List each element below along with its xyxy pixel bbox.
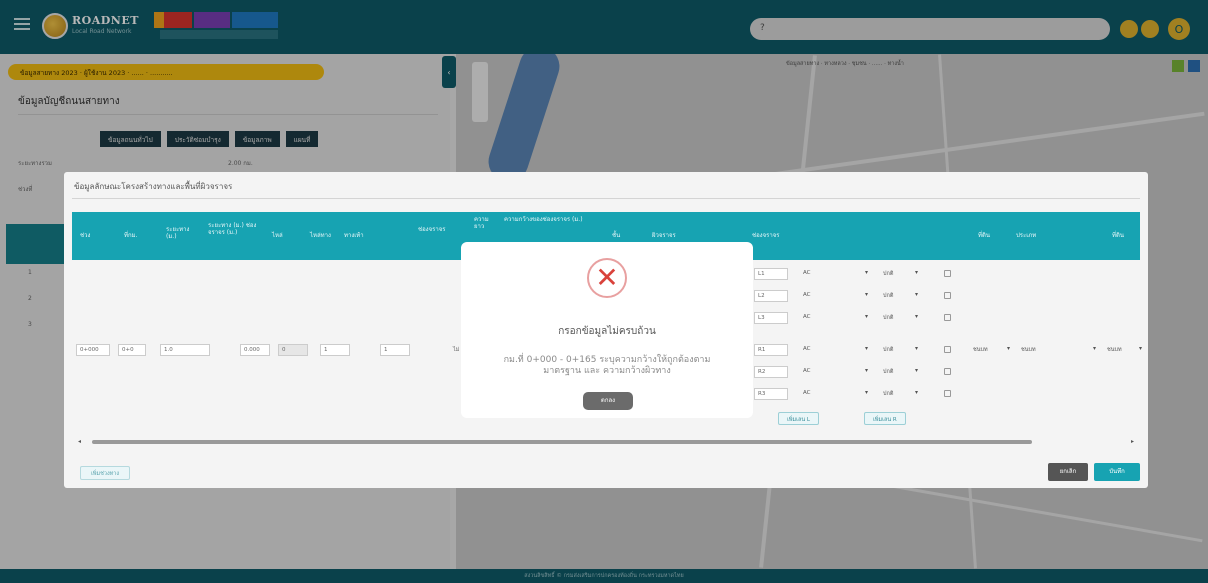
lane-status-select[interactable]: ปกติ: [880, 344, 920, 356]
lane-code[interactable]: L3: [754, 312, 788, 324]
lane-code[interactable]: R1: [754, 344, 788, 356]
column-header: ไหล่ทาง: [310, 232, 331, 239]
lane-status-select[interactable]: ปกติ: [880, 312, 920, 324]
alert-title: กรอกข้อมูลไม่ครบถ้วน: [558, 326, 656, 337]
shoulder-field[interactable]: 0: [278, 344, 308, 356]
column-header: ประเภท: [1016, 232, 1037, 239]
add-lane-right-button[interactable]: เพิ่มเลน R: [864, 412, 906, 425]
column-header: ที่กม.: [124, 232, 138, 239]
lane-status-select[interactable]: ปกติ: [880, 290, 920, 302]
column-header: ระยะทาง (ม.) ช่องจราจร (ม.): [208, 222, 257, 236]
divider: [72, 198, 1140, 199]
lane-width-field[interactable]: 0.000: [240, 344, 270, 356]
column-header: ช่วง: [80, 232, 91, 239]
alert-message: กม.ที่ 0+000 - 0+165 ระบุความกว้างให้ถูก…: [503, 355, 711, 376]
dialog-title: ข้อมูลลักษณะโครงสร้างทางและพื้นที่ผิวจรา…: [74, 182, 233, 191]
lane-status-select[interactable]: ปกติ: [880, 366, 920, 378]
lane-code[interactable]: L2: [754, 290, 788, 302]
shoulder-width-field[interactable]: 1: [320, 344, 350, 356]
delete-icon[interactable]: [944, 270, 951, 277]
column-header: ความยาว: [474, 216, 489, 230]
close-icon: ✕: [587, 258, 627, 298]
lane-code[interactable]: R3: [754, 388, 788, 400]
cancel-button[interactable]: ยกเลิก: [1048, 463, 1088, 481]
column-header: ความกว้างของช่องจราจร (ม.): [504, 216, 583, 223]
horizontal-scrollbar[interactable]: ◂ ▸: [78, 438, 1134, 445]
delete-icon[interactable]: [944, 292, 951, 299]
add-section-button[interactable]: เพิ่มช่วงทาง: [80, 466, 131, 480]
lane-code[interactable]: R2: [754, 366, 788, 378]
sidewalk-field[interactable]: 1: [380, 344, 410, 356]
scroll-right-icon[interactable]: ▸: [1131, 438, 1134, 445]
column-header: ที่ดิน: [1112, 232, 1124, 239]
delete-icon[interactable]: [944, 390, 951, 397]
lane-surface-select[interactable]: AC: [800, 344, 870, 356]
alert-ok-button[interactable]: ตกลง: [583, 392, 633, 410]
section-start-field[interactable]: 0+000: [76, 344, 110, 356]
km-field[interactable]: 0+0: [118, 344, 146, 356]
lane-status-select[interactable]: ปกติ: [880, 268, 920, 280]
column-header: ชั้น: [612, 232, 621, 239]
land-select[interactable]: ชนบท: [970, 344, 1012, 356]
lane-code[interactable]: L1: [754, 268, 788, 280]
land-type-select[interactable]: ชนบท: [1018, 344, 1098, 356]
distance-field[interactable]: 1.0: [160, 344, 210, 356]
land-select-2[interactable]: ชนบท: [1104, 344, 1144, 356]
lane-surface-select[interactable]: AC: [800, 366, 870, 378]
lane-surface-select[interactable]: AC: [800, 388, 870, 400]
column-header: ช่องจราจร: [418, 226, 446, 233]
delete-icon[interactable]: [944, 314, 951, 321]
delete-icon[interactable]: [944, 368, 951, 375]
column-header: ทางเท้า: [344, 232, 364, 239]
lane-surface-select[interactable]: AC: [800, 290, 870, 302]
column-header: ไหล่: [272, 232, 283, 239]
lane-surface-select[interactable]: AC: [800, 268, 870, 280]
lane-surface-select[interactable]: AC: [800, 312, 870, 324]
column-header: ผิวจราจร: [652, 232, 676, 239]
column-header: ระยะทาง (ม.): [166, 226, 190, 240]
error-alert: ✕ กรอกข้อมูลไม่ครบถ้วน กม.ที่ 0+000 - 0+…: [461, 242, 753, 418]
scroll-left-icon[interactable]: ◂: [78, 438, 81, 445]
add-lane-left-button[interactable]: เพิ่มเลน L: [778, 412, 819, 425]
save-button[interactable]: บันทึก: [1094, 463, 1140, 481]
column-header: ช่องจราจร: [752, 232, 780, 239]
column-header: ที่ดิน: [978, 232, 990, 239]
scroll-thumb[interactable]: [92, 440, 1032, 444]
lane-status-select[interactable]: ปกติ: [880, 388, 920, 400]
delete-icon[interactable]: [944, 346, 951, 353]
